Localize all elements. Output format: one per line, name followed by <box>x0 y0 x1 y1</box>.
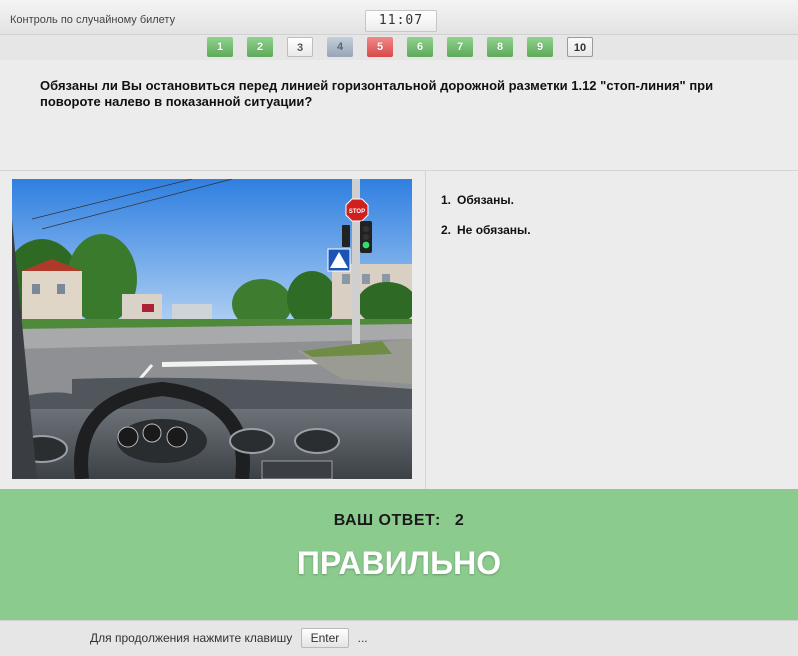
your-answer-label: ВАШ ОТВЕТ: <box>333 512 441 529</box>
question-button-8[interactable]: 8 <box>487 37 513 57</box>
bottom-bar: Для продолжения нажмите клавишу Enter ..… <box>0 620 798 656</box>
verdict-text: ПРАВИЛЬНО <box>296 545 502 581</box>
continue-text: Для продолжения нажмите клавишу <box>90 631 293 645</box>
result-panel: ВАШ ОТВЕТ: 2 ПРАВИЛЬНО <box>0 489 798 620</box>
question-button-5[interactable]: 5 <box>367 37 393 57</box>
stop-sign-text: STOP <box>349 209 365 215</box>
answer-number: 2. <box>441 223 452 237</box>
ticket-title: Контроль по случайному билету <box>10 14 176 26</box>
question-button-4[interactable]: 4 <box>327 37 353 57</box>
question-button-9[interactable]: 9 <box>527 37 553 57</box>
question-text: Обязаны ли Вы остановиться перед линией … <box>40 78 714 109</box>
answer-text: Не обязаны. <box>457 223 531 237</box>
your-answer: ВАШ ОТВЕТ: 2 <box>0 512 798 530</box>
question-navigation: 1 2 3 4 5 6 7 8 9 10 <box>0 35 798 60</box>
answer-text: Обязаны. <box>457 193 514 207</box>
enter-key-button[interactable]: Enter <box>300 628 350 648</box>
content-area: STOP 1. Обязаны. 2. Не обязаны. <box>0 171 798 489</box>
your-answer-value: 2 <box>454 512 465 529</box>
question-area: Обязаны ли Вы остановиться перед линией … <box>0 60 798 171</box>
question-button-3[interactable]: 3 <box>287 37 313 57</box>
question-image: STOP <box>0 171 426 489</box>
question-button-10[interactable]: 10 <box>567 37 593 57</box>
answer-option-1[interactable]: 1. Обязаны. <box>441 193 531 223</box>
question-button-6[interactable]: 6 <box>407 37 433 57</box>
road-scene-image: STOP <box>12 179 412 479</box>
question-button-7[interactable]: 7 <box>447 37 473 57</box>
answer-list: 1. Обязаны. 2. Не обязаны. <box>441 193 531 253</box>
continue-hint: Для продолжения нажмите клавишу Enter ..… <box>90 628 368 648</box>
timer: 11:07 <box>365 10 437 32</box>
question-button-1[interactable]: 1 <box>207 37 233 57</box>
answer-number: 1. <box>441 193 452 207</box>
top-bar: Контроль по случайному билету 11:07 <box>0 0 798 35</box>
question-button-2[interactable]: 2 <box>247 37 273 57</box>
answer-option-2[interactable]: 2. Не обязаны. <box>441 223 531 253</box>
continue-ellipsis: ... <box>357 631 368 645</box>
